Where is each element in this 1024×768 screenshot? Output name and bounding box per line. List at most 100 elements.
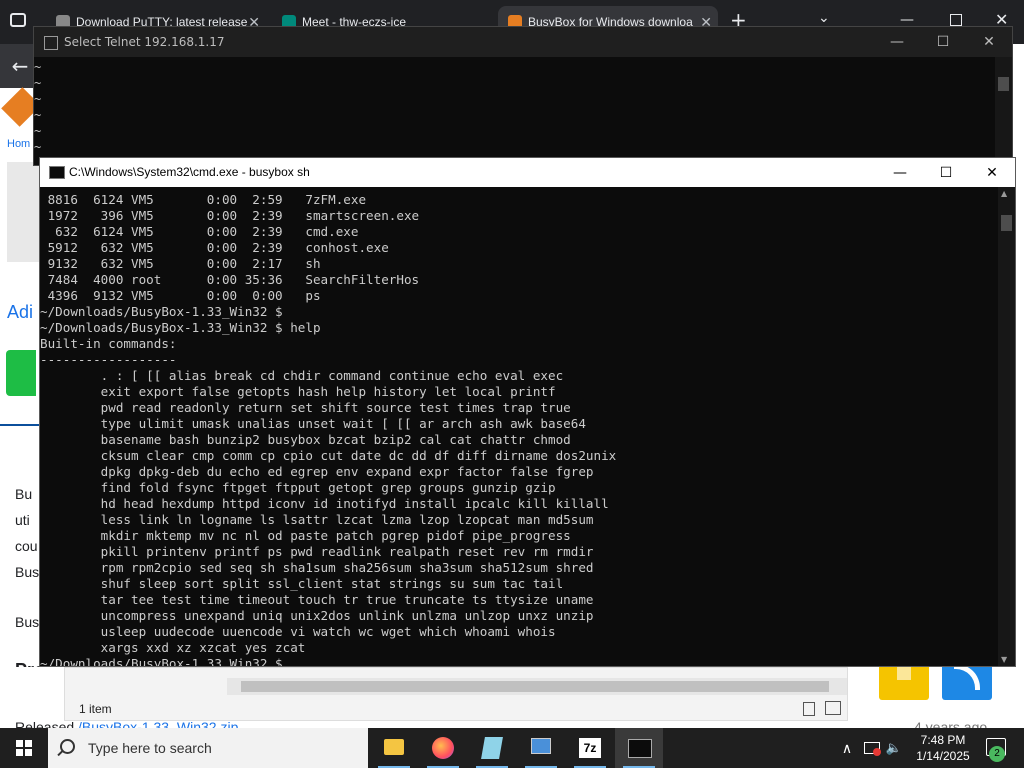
terminal-line: usleep uudecode uuencode vi watch wc wge… [40,624,556,639]
minimize-icon[interactable]: — [874,27,920,57]
network-computer-icon[interactable] [517,728,565,768]
taskbar-search-box[interactable]: Type here to search [48,728,368,768]
firefox-icon[interactable] [419,728,467,768]
terminal-line: basename bash bunzip2 busybox bzcat bzip… [40,432,571,447]
terminal-line: 1972 396 VM5 0:00 2:39 smartscreen.exe [40,208,420,223]
page-divider [0,424,40,426]
telnet-line: ~ [34,76,42,90]
firefox-logo-icon [432,737,454,759]
terminal-prompt-line[interactable]: ~/Downloads/BusyBox-1.33_Win32 $ [40,656,998,666]
cmd-window[interactable]: C:\Windows\System32\cmd.exe - busybox sh… [39,157,1016,667]
terminal-line: ------------------ [40,352,177,367]
scroll-down-icon[interactable]: ▼ [1001,655,1007,664]
maximize-icon[interactable]: ☐ [923,158,969,188]
cmd-app-icon [49,166,65,179]
project-image [7,162,40,262]
cmd-scrollbar[interactable]: ▲ ▼ [998,187,1015,666]
maximize-icon[interactable]: ☐ [920,27,966,57]
terminal-line: . : [ [[ alias break cd chdir command co… [40,368,564,383]
terminal-line: hd head hexdump httpd iconv id inotifyd … [40,496,609,511]
clock-date: 1/14/2025 [916,749,970,763]
terminal-line: ~/Downloads/BusyBox-1.33_Win32 $ [40,304,283,319]
start-button[interactable] [0,728,48,768]
cmd-title-bar[interactable]: C:\Windows\System32\cmd.exe - busybox sh… [40,158,1015,187]
network-icon[interactable] [861,728,881,768]
close-icon[interactable]: ✕ [966,27,1012,57]
terminal-line: type ulimit umask unalias unset wait [ [… [40,416,586,431]
terminal-line: cksum clear cmp comm cp cpio cut date dc… [40,448,617,463]
folder-icon [384,739,404,755]
terminal-line: 9132 632 VM5 0:00 2:17 sh [40,256,321,271]
taskbar: Type here to search 7z ∧ 🔈 7:48 PM 1/14/… [0,728,1024,768]
terminal-app-icon [44,36,58,50]
star-icon [897,666,911,680]
file-explorer-icon[interactable] [370,728,418,768]
description-text: Bus [15,564,40,580]
show-hidden-icons-chevron-icon[interactable]: ∧ [838,728,856,768]
terminal-line: uncompress unexpand uniq unix2dos unlink… [40,608,594,623]
description-text: Bu [15,486,33,502]
computer-logo-icon [531,738,551,754]
description-text: Bus [15,614,40,630]
telnet-line: ~ [34,60,42,74]
telnet-line: ~ [34,108,42,122]
terminal-prompt: ~/Downloads/BusyBox-1.33_Win32 $ [40,656,291,666]
page-heading-fragment: Adi [7,302,34,322]
telnet-title-bar[interactable]: Select Telnet 192.168.1.17 — ☐ ✕ [34,27,1012,57]
cmd-icon[interactable] [615,728,663,768]
notepad-logo-icon [481,737,503,759]
explorer-horizontal-scrollbar[interactable] [227,678,847,695]
telnet-scrollbar[interactable] [995,57,1012,165]
terminal-line: pkill printenv printf ps pwd readlink re… [40,544,594,559]
terminal-line: tar tee test time timeout touch tr true … [40,592,594,607]
tab-search-chevron-icon[interactable]: ⌄ [818,10,830,26]
download-button[interactable] [6,350,36,396]
taskbar-clock[interactable]: 7:48 PM 1/14/2025 [908,732,978,764]
terminal-line: pwd read readonly return set shift sourc… [40,400,571,415]
web-page-left-edge: Hom Adi Bu uti cou Bus Bus Proje [0,87,60,728]
terminal-line: ~/Downloads/BusyBox-1.33_Win32 $ help [40,320,321,335]
telnet-window[interactable]: Select Telnet 192.168.1.17 — ☐ ✕ ~ ~ ~ ~… [33,26,1013,166]
cmd-logo-icon [628,739,652,758]
terminal-line: dpkg dpkg-deb du echo ed egrep env expan… [40,464,594,479]
clock-time: 7:48 PM [920,733,966,747]
volume-icon[interactable]: 🔈 [884,728,904,768]
7zip-logo: 7z [579,738,601,758]
scroll-up-icon[interactable]: ▲ [1001,189,1007,198]
telnet-window-title: Select Telnet 192.168.1.17 [64,35,225,49]
windows-logo-icon [16,740,32,756]
file-explorer-status-area: 1 item [64,667,848,721]
terminal-line: find fold fsync ftpget ftpput getopt gre… [40,480,556,495]
explorer-scroll-thumb[interactable] [241,681,829,692]
rss-icon [954,664,980,690]
terminal-line: mkdir mktemp mv nc nl od paste patch pgr… [40,528,571,543]
minimize-icon[interactable]: — [877,158,923,188]
terminal-line: 5912 632 VM5 0:00 2:39 conhost.exe [40,240,389,255]
terminal-line: 7484 4000 root 0:00 35:36 SearchFilterHo… [40,272,420,287]
terminal-output[interactable]: 8816 6124 VM5 0:00 2:59 7zFM.exe 1972 39… [40,187,998,666]
telnet-line: ~ [34,92,42,106]
close-icon[interactable]: ✕ [969,158,1015,188]
telnet-line: ~ [34,124,42,138]
terminal-line: 4396 9132 VM5 0:00 0:00 ps [40,288,321,303]
search-placeholder: Type here to search [88,740,212,756]
tiles-view-icon[interactable] [825,701,841,715]
7zip-icon[interactable]: 7z [566,728,614,768]
notepad-icon[interactable] [468,728,516,768]
telnet-scroll-thumb[interactable] [998,77,1009,91]
breadcrumb-fragment[interactable]: Hom [7,138,30,150]
terminal-line: shuf sleep sort split ssl_client stat st… [40,576,564,591]
terminal-line: rpm rpm2cpio sed seq sh sha1sum sha256su… [40,560,594,575]
browser-tab-list-icon[interactable] [10,13,26,27]
browser-restore-icon[interactable] [950,14,962,26]
terminal-line: less link ln logname ls lsattr lzcat lzm… [40,512,594,527]
terminal-line: Built-in commands: [40,336,177,351]
description-text: cou [15,538,38,554]
notification-count-badge: 2 [989,746,1005,762]
terminal-text: 8816 6124 VM5 0:00 2:59 7zFM.exe 1972 39… [40,187,998,666]
cmd-window-title: C:\Windows\System32\cmd.exe - busybox sh [69,165,310,179]
cmd-scroll-thumb[interactable] [1001,215,1012,231]
terminal-line: exit export false getopts hash help hist… [40,384,556,399]
terminal-line: 632 6124 VM5 0:00 2:39 cmd.exe [40,224,359,239]
details-view-icon[interactable] [803,702,815,716]
